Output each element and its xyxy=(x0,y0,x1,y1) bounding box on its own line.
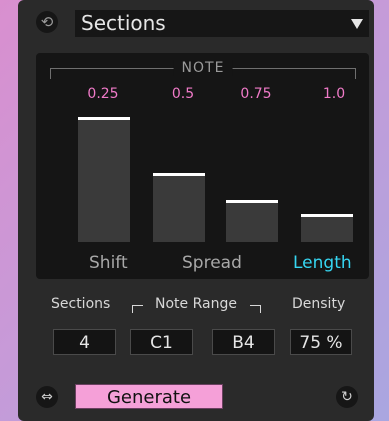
extra-column xyxy=(301,113,361,242)
shift-column xyxy=(78,113,138,242)
mode-dropdown-value: Sections xyxy=(81,11,166,35)
reset-icon[interactable]: ⟲ xyxy=(36,11,58,33)
length-bar-cap[interactable] xyxy=(226,200,278,203)
dropdown-arrow-icon xyxy=(351,19,363,29)
spread-bar[interactable] xyxy=(153,173,205,242)
label-spread[interactable]: Spread xyxy=(182,253,242,273)
refresh-icon[interactable]: ↻ xyxy=(336,386,358,408)
value-extra: 1.0 xyxy=(322,86,346,102)
value-shift: 0.25 xyxy=(87,86,119,102)
shift-bar[interactable] xyxy=(78,117,130,242)
sections-field[interactable]: 4 xyxy=(53,329,116,355)
range-high-field[interactable]: B4 xyxy=(212,329,275,355)
bar-area xyxy=(36,113,369,242)
note-panel: NOTE 0.25 0.5 0.75 1.0 Shift Spread Leng… xyxy=(36,53,369,279)
length-bar[interactable] xyxy=(226,200,278,242)
generate-button[interactable]: Generate xyxy=(75,384,223,409)
device-panel: ⟲ Sections NOTE 0.25 0.5 0.75 1.0 Shift … xyxy=(18,0,374,421)
label-length[interactable]: Length xyxy=(293,253,352,273)
extra-bar-cap[interactable] xyxy=(301,214,353,217)
length-column xyxy=(226,113,286,242)
loop-icon[interactable]: ⇔ xyxy=(36,386,58,408)
note-bracket: NOTE xyxy=(50,60,356,79)
value-spread: 0.5 xyxy=(171,86,195,102)
sections-label: Sections xyxy=(51,296,111,312)
range-bracket-left xyxy=(132,305,143,313)
density-label: Density xyxy=(292,296,346,312)
note-range-label: Note Range xyxy=(155,296,237,312)
range-low-field[interactable]: C1 xyxy=(130,329,193,355)
note-title: NOTE xyxy=(173,60,233,76)
value-length: 0.75 xyxy=(240,86,272,102)
shift-bar-cap[interactable] xyxy=(78,117,130,120)
density-field[interactable]: 75 % xyxy=(290,329,352,355)
spread-bar-cap[interactable] xyxy=(153,173,205,176)
spread-column xyxy=(153,113,213,242)
label-shift[interactable]: Shift xyxy=(89,253,128,273)
mode-dropdown[interactable]: Sections xyxy=(75,10,369,37)
extra-bar[interactable] xyxy=(301,214,353,242)
range-bracket-right xyxy=(250,305,261,313)
